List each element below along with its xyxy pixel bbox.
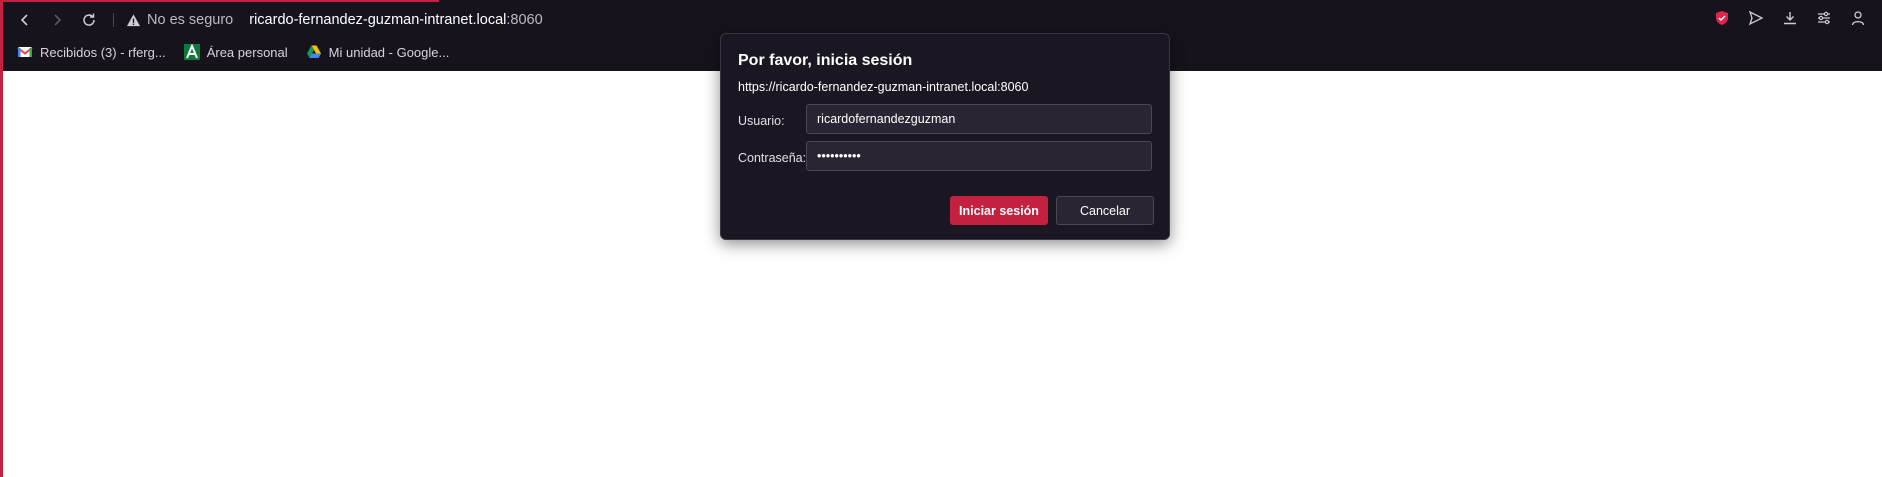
password-input[interactable]: •••••••••• bbox=[817, 149, 861, 163]
gmail-icon bbox=[17, 47, 33, 57]
bookmark-label: Mi unidad - Google... bbox=[328, 44, 450, 60]
reload-button[interactable] bbox=[73, 4, 105, 36]
username-label: Usuario: bbox=[738, 114, 785, 128]
chevron-right-icon bbox=[54, 14, 62, 26]
dialog-title: Por favor, inicia sesión bbox=[738, 52, 913, 69]
username-field[interactable] bbox=[806, 104, 1152, 134]
bookmark-google-drive[interactable]: Mi unidad - Google... bbox=[306, 44, 450, 60]
forward-button[interactable] bbox=[41, 4, 73, 36]
bookmark-area-personal[interactable]: Área personal bbox=[183, 44, 288, 60]
shield-extension-button[interactable] bbox=[1712, 8, 1732, 28]
bookmark-label: Recibidos (3) - rferg... bbox=[40, 44, 166, 60]
shield-icon bbox=[1716, 11, 1728, 25]
login-dialog: Por favor, inicia sesión https://ricardo… bbox=[720, 33, 1170, 240]
active-tab-accent bbox=[3, 0, 439, 2]
download-icon bbox=[1784, 12, 1796, 25]
bookmarks-bar: Recibidos (3) - rferg... Área personal M… bbox=[17, 41, 449, 63]
user-icon bbox=[1851, 11, 1865, 26]
send-icon bbox=[1748, 10, 1764, 26]
url-port: :8060 bbox=[506, 12, 543, 28]
google-drive-icon bbox=[306, 45, 321, 58]
address-bar[interactable]: ricardo-fernandez-guzman-intranet.local:… bbox=[249, 12, 542, 28]
send-button[interactable] bbox=[1746, 8, 1766, 28]
chevron-left-icon bbox=[20, 14, 28, 26]
password-field[interactable]: •••••••••• bbox=[806, 141, 1152, 171]
cancel-button[interactable]: Cancelar bbox=[1056, 196, 1154, 225]
bookmark-gmail[interactable]: Recibidos (3) - rferg... bbox=[17, 44, 166, 60]
browser-window: No es seguro ricardo-fernandez-guzman-in… bbox=[0, 0, 1882, 477]
bookmark-label: Área personal bbox=[206, 44, 288, 60]
sliders-icon bbox=[1818, 11, 1830, 25]
reload-icon bbox=[83, 13, 95, 26]
andalucia-icon bbox=[183, 44, 200, 60]
dialog-origin: https://ricardo-fernandez-guzman-intrane… bbox=[738, 80, 1029, 94]
toolbar-right bbox=[1712, 8, 1868, 28]
warning-icon bbox=[126, 13, 141, 26]
security-indicator[interactable]: No es seguro bbox=[126, 12, 233, 28]
password-label: Contraseña: bbox=[738, 151, 807, 165]
security-text: No es seguro bbox=[147, 12, 234, 28]
url-host: ricardo-fernandez-guzman-intranet.local bbox=[249, 12, 507, 28]
downloads-button[interactable] bbox=[1780, 8, 1800, 28]
back-button[interactable] bbox=[9, 4, 41, 36]
username-input[interactable] bbox=[817, 112, 1141, 126]
toolbar-divider bbox=[113, 13, 114, 27]
login-button[interactable]: Iniciar sesión bbox=[950, 196, 1048, 225]
settings-button[interactable] bbox=[1814, 8, 1834, 28]
profile-button[interactable] bbox=[1848, 8, 1868, 28]
